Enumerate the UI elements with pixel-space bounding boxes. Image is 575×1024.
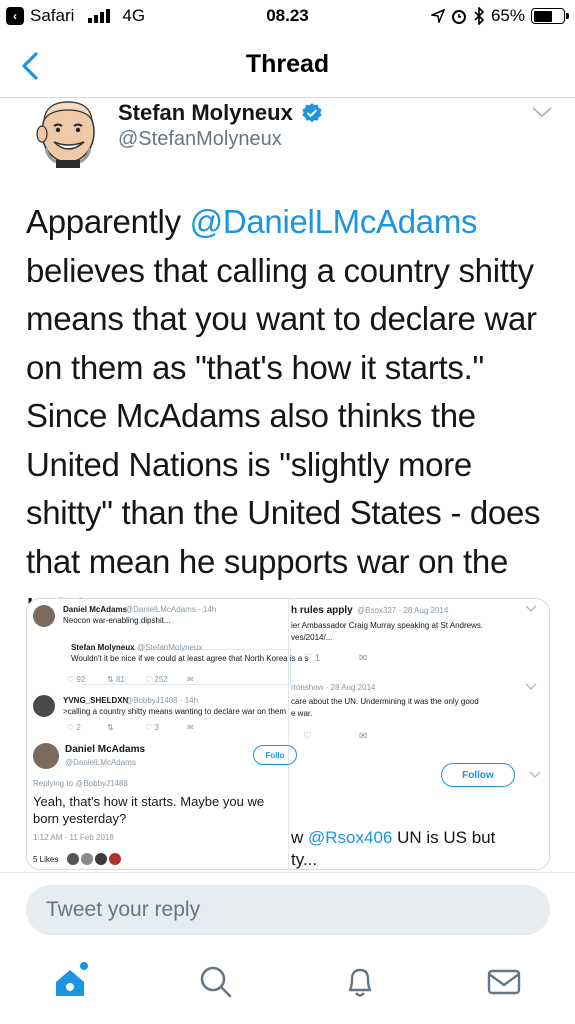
- media-t2-like-count: ♡ 3: [145, 723, 159, 732]
- reply-input[interactable]: Tweet your reply: [26, 885, 550, 935]
- media-t2-dm-icon: ✉: [187, 723, 194, 732]
- media-t1-retweet-count: ⇅ 81: [107, 675, 125, 684]
- media-follow-right-label: Follow: [462, 769, 494, 781]
- search-icon: [200, 966, 232, 998]
- author-name-row[interactable]: Stefan Molyneux: [118, 100, 323, 126]
- envelope-icon: [487, 969, 521, 995]
- chevron-down-icon[interactable]: [531, 104, 553, 120]
- media-big-mention: @Rsox406: [308, 828, 393, 847]
- media-t1-reply-count: ♡ 92: [67, 675, 86, 684]
- media-tweet2-meta: @BobbyJ1488 · 14h: [125, 696, 199, 705]
- media-chevron-down-icon: [525, 605, 537, 612]
- author-handle[interactable]: @StefanMolyneux: [118, 128, 282, 151]
- media-t1-like-count: ♡ 252: [145, 675, 168, 684]
- reply-area: Tweet your reply: [0, 872, 575, 946]
- media-tweet2-text: >calling a country shitty means wanting …: [63, 707, 287, 716]
- media-r2-dm-icon: ✉: [359, 731, 368, 742]
- tweet-text-lead: Apparently: [26, 203, 190, 240]
- media-quoted-handle: @StefanMolyneux: [137, 643, 203, 652]
- media-r2-like-icon: ♡: [303, 731, 312, 742]
- mini-avatar: [95, 853, 107, 865]
- avatar[interactable]: [26, 96, 106, 168]
- location-icon: [430, 9, 445, 23]
- media-r1-name: h rules apply: [291, 605, 353, 616]
- mini-avatar: [33, 695, 55, 717]
- media-t1-likes: 252: [154, 675, 168, 684]
- page-title: Thread: [245, 50, 330, 78]
- media-big-prefix: w: [291, 828, 308, 847]
- media-tweet1-meta: @DanielLMcAdams · 14h: [125, 605, 217, 614]
- mini-avatar: [81, 853, 93, 865]
- media-t2-reply-count: ♡ 2: [67, 723, 81, 732]
- media-r2-meta: rtonshow · 28 Aug 2014: [291, 683, 376, 692]
- media-t2-retweet-icon: ⇅: [107, 723, 114, 732]
- media-right-screenshot: h rules apply @Bsox327 · 28 Aug 2014 ier…: [289, 599, 549, 869]
- author-name[interactable]: Stefan Molyneux: [118, 100, 293, 126]
- mini-avatar: [109, 853, 121, 865]
- status-bar: ‹ Safari 4G 08.23 65%: [0, 0, 575, 34]
- media-t1-retweets: 81: [115, 675, 125, 684]
- media-chevron-down-icon: [529, 771, 541, 778]
- mini-avatar: [67, 853, 79, 865]
- tab-search[interactable]: [196, 962, 236, 1002]
- media-t1-replies: 92: [76, 675, 86, 684]
- media-t2-replies: 2: [76, 723, 81, 732]
- home-unread-dot: [80, 962, 88, 970]
- media-r1-line2: ves/2014/...: [291, 633, 333, 642]
- media-replying-to: Replying to @BobbyJ1488: [33, 779, 128, 788]
- mini-avatar: [33, 743, 59, 769]
- media-big-text-1: w @Rsox406 UN is US but: [291, 827, 495, 849]
- battery-icon: [531, 8, 569, 24]
- tab-notifications[interactable]: [340, 962, 380, 1002]
- media-tweet1-text: Neocon war-enabling dipshit...: [63, 616, 171, 625]
- nav-bar: Thread: [0, 34, 575, 98]
- media-r1-meta: @Bsox327 · 28 Aug 2014: [357, 606, 449, 615]
- media-r2-line2: e war.: [291, 709, 313, 718]
- media-r1-like-count: ♡ 1: [303, 653, 321, 664]
- bell-icon: [348, 968, 372, 997]
- media-r2-line1: care about the UN. Undermining it was th…: [291, 697, 479, 706]
- media-left-screenshot: Daniel McAdams @DanielLMcAdams · 14h Neo…: [27, 599, 309, 869]
- media-big-rest: UN is US but: [392, 828, 496, 847]
- tweet-mention-link[interactable]: @DanielLMcAdams: [190, 203, 478, 240]
- media-follow-left-label: Follo: [265, 750, 285, 760]
- tweet-text-body: believes that calling a country shitty m…: [26, 251, 541, 629]
- media-likes: 5 Likes: [33, 855, 59, 864]
- media-big-text-2: ty...: [291, 850, 318, 869]
- media-r1-dm-icon: ✉: [359, 653, 368, 664]
- media-main-text-1: Yeah, that's how it starts. Maybe you we: [33, 794, 265, 809]
- media-r1-line1: ier Ambassador Craig Murray speaking at …: [291, 621, 484, 630]
- tweet-media-image[interactable]: Daniel McAdams @DanielLMcAdams · 14h Neo…: [26, 598, 550, 870]
- media-quoted-text: Wouldn't it be nice if we could at least…: [71, 654, 309, 663]
- media-t2-likes: 3: [154, 723, 159, 732]
- tab-bar: [0, 946, 575, 1024]
- media-tweet1-name: Daniel McAdams: [63, 605, 128, 614]
- mini-avatar: [33, 605, 55, 627]
- media-follow-pill-right: Follow: [441, 763, 515, 787]
- media-timestamp: 1:12 AM - 11 Feb 2018: [33, 833, 114, 842]
- media-quoted-name: Stefan Molyneux: [71, 643, 135, 652]
- media-t1-dm-icon: ✉: [187, 675, 194, 684]
- bluetooth-icon: [474, 7, 485, 25]
- tweet-text: Apparently @DanielLMcAdams believes that…: [26, 198, 556, 635]
- media-r1-likes: 1: [314, 653, 321, 664]
- status-right: 65%: [430, 6, 569, 26]
- media-main-handle: @DanielLMcAdams: [65, 758, 136, 767]
- battery-percent: 65%: [490, 6, 525, 25]
- media-main-text-2: born yesterday?: [33, 811, 127, 826]
- verified-badge-icon: [302, 103, 322, 123]
- media-main-name: Daniel McAdams: [65, 744, 146, 755]
- media-chevron-down-icon: [525, 683, 537, 690]
- battery-fill: [533, 10, 553, 22]
- media-tweet2-name: YVNG_SHELDXN: [63, 696, 129, 705]
- alarm-icon: [451, 10, 466, 24]
- tab-messages[interactable]: [484, 962, 524, 1002]
